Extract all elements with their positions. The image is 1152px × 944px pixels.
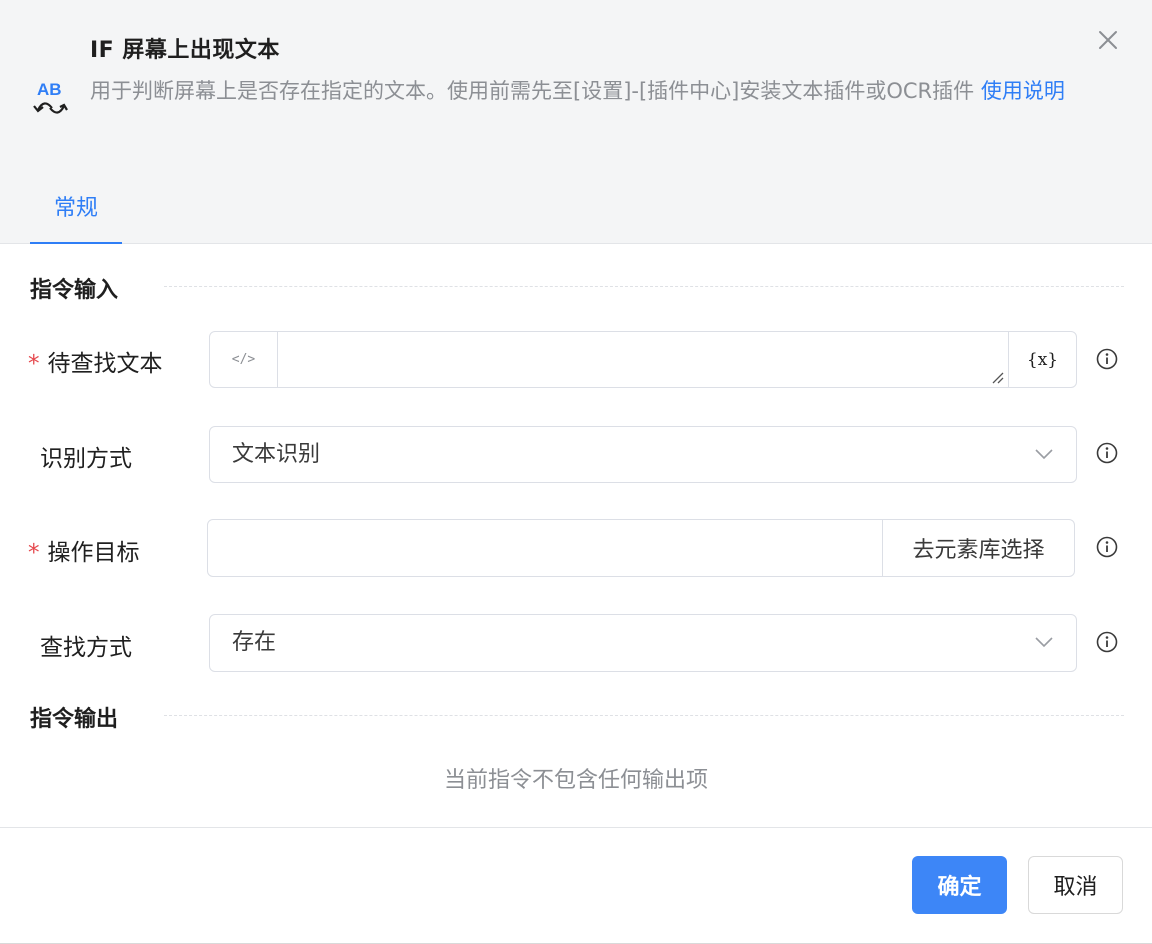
dialog-header: AB IF 屏幕上出现文本 用于判断屏幕上是否存在指定的文本。使用前需先至[设置… <box>0 0 1152 244</box>
select-value: 存在 <box>232 630 277 655</box>
select-value: 文本识别 <box>232 442 321 467</box>
info-icon[interactable] <box>1096 536 1118 558</box>
field-label-search-mode: 查找方式 <box>40 635 132 661</box>
svg-text:AB: AB <box>37 80 62 99</box>
close-icon[interactable] <box>1094 26 1122 54</box>
search-mode-select[interactable]: 存在 <box>209 614 1077 672</box>
input-section-title: 指令输入 <box>30 278 119 303</box>
output-section-title: 指令输出 <box>30 707 119 732</box>
code-mode-toggle[interactable]: </> <box>210 332 278 387</box>
info-icon[interactable] <box>1096 442 1118 464</box>
operation-target-input-group: 去元素库选择 <box>207 519 1075 577</box>
chevron-down-icon <box>1035 449 1053 460</box>
search-text-input[interactable] <box>279 332 1007 387</box>
required-marker: * <box>28 351 40 377</box>
tab-general[interactable]: 常规 <box>30 182 122 244</box>
confirm-button[interactable]: 确定 <box>912 856 1007 914</box>
empty-output-message: 当前指令不包含任何输出项 <box>443 768 708 793</box>
command-dialog: AB IF 屏幕上出现文本 用于判断屏幕上是否存在指定的文本。使用前需先至[设置… <box>0 0 1152 944</box>
search-text-input-group: </> {x} <box>209 331 1077 388</box>
operation-target-input[interactable] <box>208 520 881 576</box>
field-label-recognition-method: 识别方式 <box>40 446 132 472</box>
info-icon[interactable] <box>1096 631 1118 653</box>
ab-swap-icon: AB <box>33 80 68 114</box>
field-label-operation-target: * 操作目标 <box>28 540 140 566</box>
resize-handle-icon[interactable] <box>990 370 1004 384</box>
select-from-element-library-button[interactable]: 去元素库选择 <box>882 520 1074 576</box>
description-text: 用于判断屏幕上是否存在指定的文本。使用前需先至[设置]-[插件中心]安装文本插件… <box>90 79 975 103</box>
cancel-button[interactable]: 取消 <box>1028 856 1123 914</box>
section-divider <box>164 715 1124 716</box>
recognition-method-select[interactable]: 文本识别 <box>209 426 1077 483</box>
help-link[interactable]: 使用说明 <box>981 79 1065 103</box>
insert-variable-button[interactable]: {x} <box>1008 332 1076 387</box>
info-icon[interactable] <box>1096 348 1118 370</box>
chevron-down-icon <box>1035 637 1053 648</box>
dialog-description: 用于判断屏幕上是否存在指定的文本。使用前需先至[设置]-[插件中心]安装文本插件… <box>90 68 1090 114</box>
section-divider <box>164 286 1124 287</box>
field-label-search-text: * 待查找文本 <box>28 351 163 377</box>
dialog-title: IF 屏幕上出现文本 <box>90 38 280 63</box>
footer-divider <box>0 827 1152 828</box>
required-marker: * <box>28 540 40 566</box>
